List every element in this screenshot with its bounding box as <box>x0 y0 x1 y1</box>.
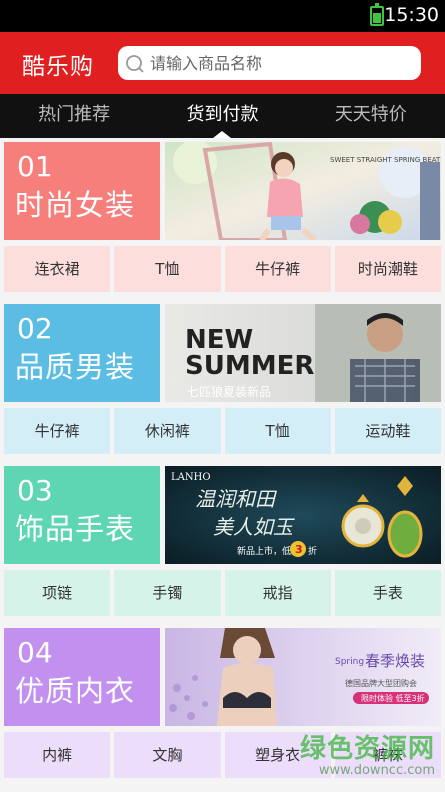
banner-accessories-brand: LANHO <box>171 472 211 483</box>
tab-daily-deals[interactable]: 天天特价 <box>297 94 445 138</box>
category-tile-women[interactable]: 01 时尚女装 <box>4 142 160 240</box>
app-header: 酷乐购 <box>0 32 445 94</box>
subcategory-item[interactable]: 牛仔裤 <box>224 246 331 292</box>
tab-hot-recommend[interactable]: 热门推荐 <box>0 94 148 138</box>
category-tile-accessories[interactable]: 03 饰品手表 <box>4 466 160 564</box>
battery-charging-icon <box>370 3 384 26</box>
search-input[interactable] <box>150 46 410 80</box>
watermark-main: 绿色资源网 <box>299 734 435 764</box>
subcategory-item[interactable]: 文胸 <box>114 732 221 778</box>
category-number: 04 <box>17 636 53 669</box>
banner-women-text: SWEET STRAIGHT SPRING BEAT 春の节拍 <box>330 155 441 164</box>
search-icon <box>126 55 144 73</box>
subcategory-item[interactable]: 手表 <box>334 570 441 616</box>
watermark-url: www.downcc.com <box>318 763 435 778</box>
category-number: 03 <box>17 474 53 507</box>
banner-accessories[interactable]: LANHO 温润和田 美人如玉 新品上市，低至 3 折 <box>165 466 441 564</box>
banner-accessories-image: LANHO 温润和田 美人如玉 新品上市，低至 3 折 <box>165 466 441 564</box>
category-name: 品质男装 <box>15 350 136 384</box>
banner-accessories-line-2: 美人如玉 <box>213 515 295 539</box>
banner-underwear-line-1: 春季焕装 <box>365 652 425 670</box>
category-tile-underwear[interactable]: 04 优质内衣 <box>4 628 160 726</box>
subcategory-item[interactable]: 手镯 <box>114 570 221 616</box>
banner-men-headline-2: SUMMER <box>185 351 314 381</box>
banner-accessories-discount-unit: 折 <box>308 545 317 557</box>
banner-underwear[interactable]: Spring 春季焕装 德国品牌大型团购会 限时体验 低至3折 <box>165 628 441 726</box>
banner-underwear-caption: 限时体验 低至3折 <box>361 693 425 703</box>
banner-underwear-image: Spring 春季焕装 德国品牌大型团购会 限时体验 低至3折 <box>165 628 441 726</box>
category-number: 02 <box>17 312 53 345</box>
search-box[interactable] <box>118 46 421 80</box>
banner-men-image: NEW SUMMER 七匹狼夏装新品 <box>165 304 441 402</box>
subcategory-item[interactable]: 内裤 <box>4 732 111 778</box>
category-name: 饰品手表 <box>15 512 136 546</box>
subcategory-item[interactable]: T恤 <box>224 408 331 454</box>
banner-underwear-line-2: 德国品牌大型团购会 <box>345 678 417 688</box>
category-number: 01 <box>17 150 53 183</box>
subcategory-item[interactable]: 时尚潮鞋 <box>334 246 441 292</box>
banner-men-caption: 七匹狼夏装新品 <box>187 384 271 399</box>
subcategory-item[interactable]: 牛仔裤 <box>4 408 111 454</box>
subcategory-row-accessories: 项链 手镯 戒指 手表 <box>4 570 441 616</box>
app-title: 酷乐购 <box>22 54 94 80</box>
banner-men[interactable]: NEW SUMMER 七匹狼夏装新品 <box>165 304 441 402</box>
category-name: 优质内衣 <box>15 674 136 708</box>
category-name: 时尚女装 <box>15 188 136 222</box>
subcategory-item[interactable]: 戒指 <box>224 570 331 616</box>
banner-women-image: SWEET STRAIGHT SPRING BEAT 春の节拍 <box>165 142 441 240</box>
tab-bar: 热门推荐 货到付款 天天特价 <box>0 94 445 138</box>
banner-accessories-line-1: 温润和田 <box>195 487 277 511</box>
subcategory-item[interactable]: 项链 <box>4 570 111 616</box>
status-bar: 15:30 <box>0 0 445 32</box>
subcategory-item[interactable]: 休闲裤 <box>114 408 221 454</box>
subcategory-item[interactable]: 运动鞋 <box>334 408 441 454</box>
subcategory-item[interactable]: T恤 <box>114 246 221 292</box>
subcategory-row-women: 连衣裙 T恤 牛仔裤 时尚潮鞋 <box>4 246 441 292</box>
tab-cash-on-delivery[interactable]: 货到付款 <box>148 94 296 138</box>
subcategory-row-men: 牛仔裤 休闲裤 T恤 运动鞋 <box>4 408 441 454</box>
status-time: 15:30 <box>384 4 439 26</box>
banner-underwear-brand: Spring <box>335 657 364 667</box>
watermark: 绿色资源网 www.downcc.com <box>300 728 435 778</box>
banner-women[interactable]: SWEET STRAIGHT SPRING BEAT 春の节拍 <box>165 142 441 240</box>
category-tile-men[interactable]: 02 品质男装 <box>4 304 160 402</box>
banner-accessories-discount: 3 <box>295 543 303 556</box>
subcategory-item[interactable]: 连衣裙 <box>4 246 111 292</box>
